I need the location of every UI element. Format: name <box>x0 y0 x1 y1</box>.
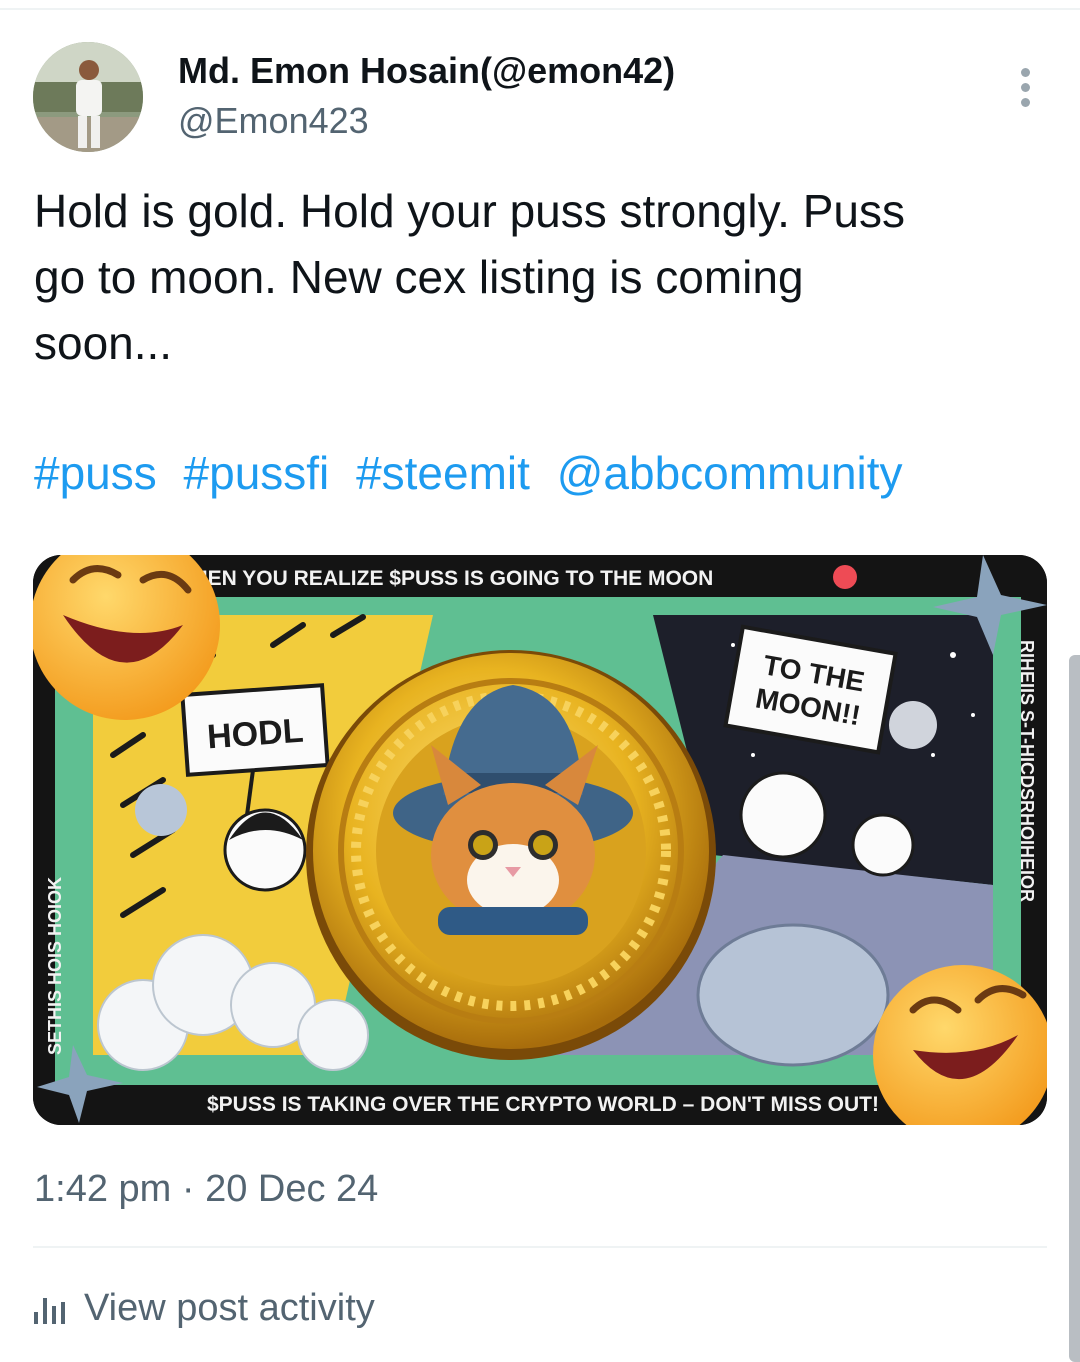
view-post-activity-button[interactable]: View post activity <box>34 1287 375 1330</box>
hodl-sign-text: HODL <box>206 712 305 757</box>
post-body: Hold is gold. Hold your puss strongly. P… <box>34 178 1044 376</box>
scrollbar[interactable] <box>1069 655 1080 1362</box>
media-side-left: SETHIS HOIS HOIOK <box>45 877 65 1055</box>
author-handle[interactable]: @Emon423 <box>178 100 369 142</box>
post-text-line: Hold is gold. Hold your puss strongly. P… <box>34 185 905 237</box>
hashtag-link[interactable]: #puss <box>34 447 157 499</box>
hashtag-link[interactable]: #pussfi <box>184 447 330 499</box>
view-post-activity-label: View post activity <box>84 1287 375 1329</box>
section-divider <box>33 1246 1047 1248</box>
bar-chart-icon <box>34 1294 66 1324</box>
media-side-right: RIHEIIS S-T-HICDSRHOIHEIOR <box>1017 640 1037 902</box>
more-vertical-icon[interactable] <box>1005 64 1045 110</box>
media-top-banner: WHEN YOU REALIZE $PUSS IS GOING TO THE M… <box>173 567 714 590</box>
media-bottom-banner: $PUSS IS TAKING OVER THE CRYPTO WORLD – … <box>207 1093 879 1116</box>
post-media-image[interactable]: HODL TO THE MOON!! WHEN YOU REALIZE $PUS… <box>33 555 1047 1125</box>
top-divider <box>0 8 1080 10</box>
mention-link[interactable]: @abbcommunity <box>557 447 903 499</box>
author-display-name[interactable]: Md. Emon Hosain(@emon42) <box>178 50 675 92</box>
hashtag-link[interactable]: #steemit <box>356 447 530 499</box>
author-avatar[interactable] <box>33 42 143 152</box>
post-tags: #puss #pussfi #steemit @abbcommunity <box>34 440 917 506</box>
post-text-line: go to moon. New cex listing is coming <box>34 251 804 303</box>
post-text-line: soon... <box>34 317 173 369</box>
post-timestamp[interactable]: 1:42 pm · 20 Dec 24 <box>34 1168 378 1211</box>
